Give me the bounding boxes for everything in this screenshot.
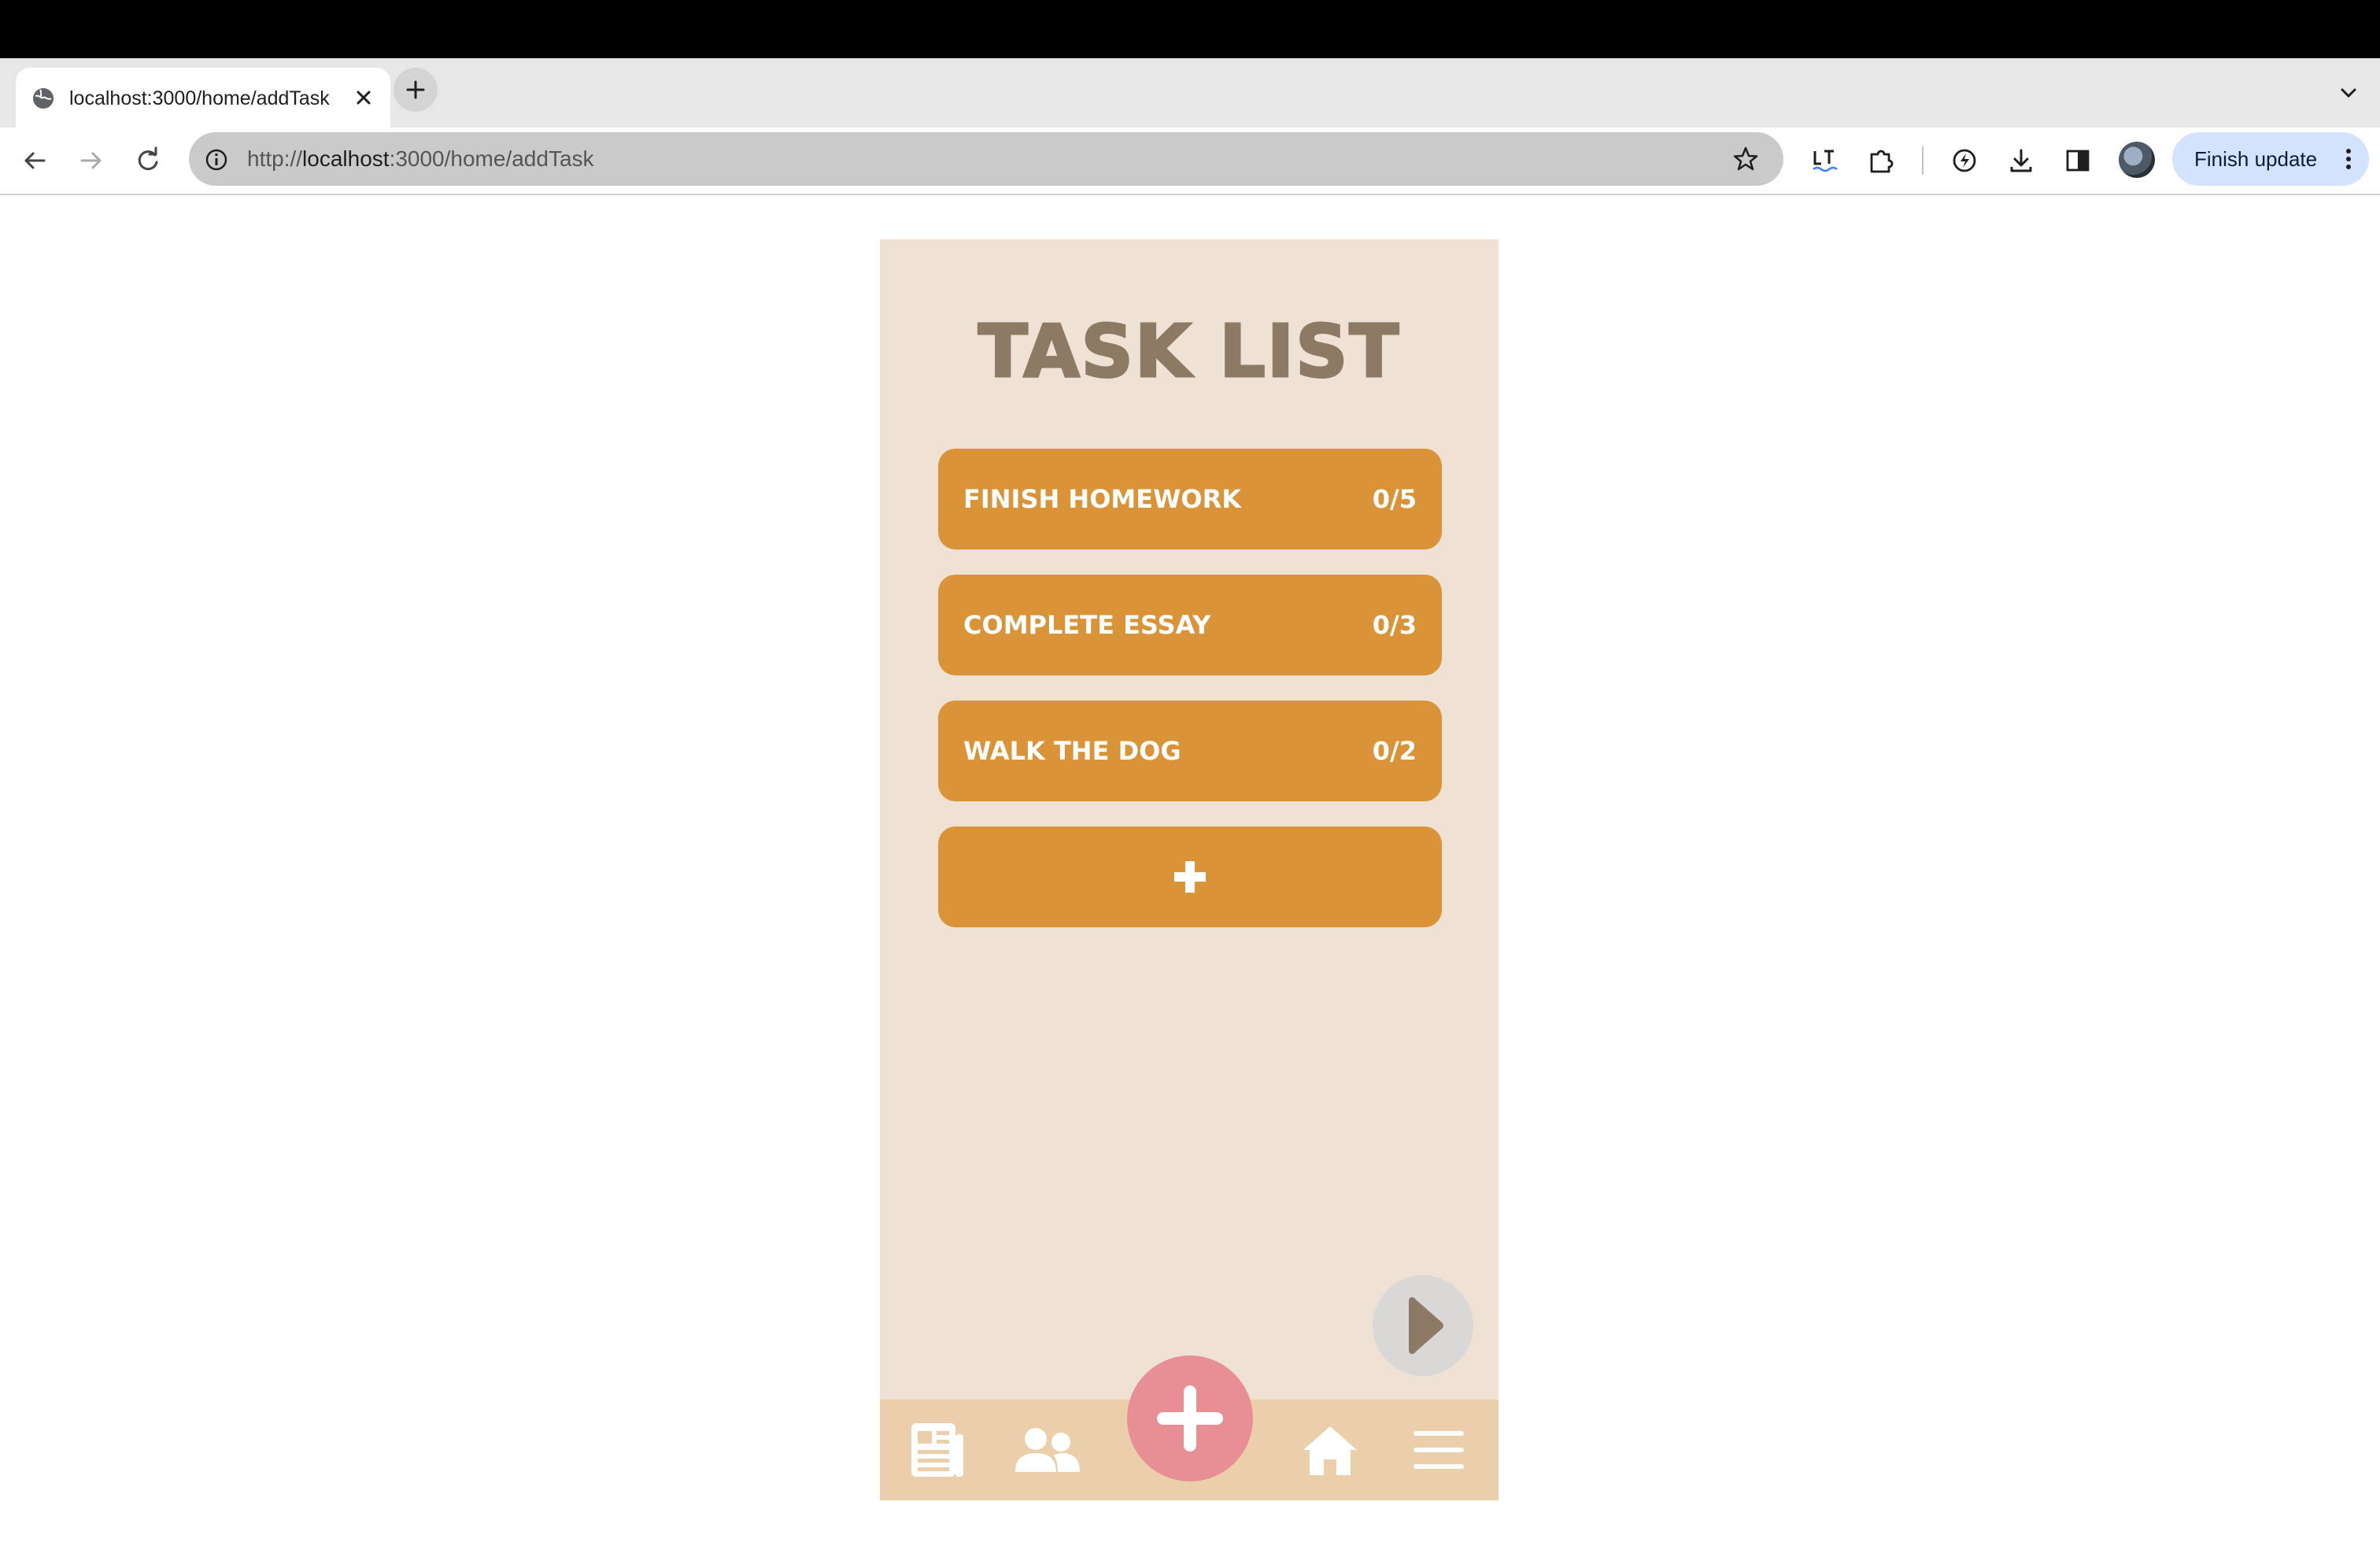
toolbar-separator — [1922, 146, 1924, 175]
task-name: Complete essay — [963, 610, 1211, 640]
browser-tab-strip: localhost:3000/home/addTask — [0, 58, 2380, 128]
reload-icon[interactable] — [131, 143, 165, 178]
plus-icon — [1174, 861, 1206, 893]
site-info-icon[interactable] — [203, 146, 230, 173]
browser-tab[interactable]: localhost:3000/home/addTask — [16, 68, 390, 128]
languagetool-icon[interactable] — [1807, 143, 1842, 178]
task-progress: 0/2 — [1372, 736, 1417, 766]
system-top-bar — [0, 0, 2380, 58]
finish-update-button[interactable]: Finish update — [2172, 132, 2369, 186]
task-progress: 0/5 — [1372, 484, 1417, 514]
task-name: Walk the dog — [963, 736, 1181, 766]
plus-icon — [1157, 1385, 1223, 1452]
users-icon[interactable] — [1012, 1420, 1081, 1480]
chevron-down-icon[interactable] — [2333, 77, 2364, 109]
page-title: Task List — [977, 309, 1401, 395]
finish-update-label: Finish update — [2194, 147, 2318, 171]
profile-avatar[interactable] — [2119, 142, 2155, 178]
url-scheme: http:// — [247, 146, 303, 171]
task-progress: 0/3 — [1372, 610, 1417, 640]
plus-icon — [406, 80, 425, 99]
tab-title: localhost:3000/home/addTask — [69, 87, 330, 109]
globe-icon — [33, 88, 54, 109]
close-icon[interactable] — [349, 83, 378, 112]
performance-icon[interactable] — [1947, 143, 1982, 178]
task-item[interactable]: Finish homework 0/5 — [938, 449, 1442, 549]
next-button[interactable] — [1373, 1275, 1473, 1376]
address-bar[interactable]: http://localhost:3000/home/addTask — [189, 132, 1783, 186]
new-tab-button[interactable] — [394, 68, 438, 112]
side-panel-icon[interactable] — [2060, 143, 2095, 178]
add-task-button[interactable] — [938, 827, 1442, 927]
home-icon[interactable] — [1300, 1420, 1360, 1480]
task-item[interactable]: Complete essay 0/3 — [938, 575, 1442, 675]
star-icon[interactable] — [1730, 143, 1761, 175]
forward-arrow-icon[interactable] — [74, 143, 109, 178]
url-host: localhost — [302, 146, 390, 171]
back-arrow-icon[interactable] — [17, 143, 52, 178]
add-button[interactable] — [1127, 1356, 1253, 1481]
browser-toolbar: http://localhost:3000/home/addTask Finis… — [0, 128, 2380, 195]
more-vert-icon — [2346, 149, 2351, 169]
url-text: http://localhost:3000/home/addTask — [247, 145, 594, 173]
task-name: Finish homework — [963, 484, 1242, 514]
play-icon — [1409, 1297, 1443, 1354]
menu-icon[interactable] — [1409, 1420, 1469, 1480]
extensions-icon[interactable] — [1864, 143, 1898, 178]
task-app: Task List Finish homework 0/5 Complete e… — [880, 239, 1499, 1500]
newspaper-icon[interactable] — [907, 1420, 966, 1480]
task-item[interactable]: Walk the dog 0/2 — [938, 701, 1442, 801]
url-path: :3000/home/addTask — [389, 146, 594, 171]
download-icon[interactable] — [2004, 143, 2038, 178]
